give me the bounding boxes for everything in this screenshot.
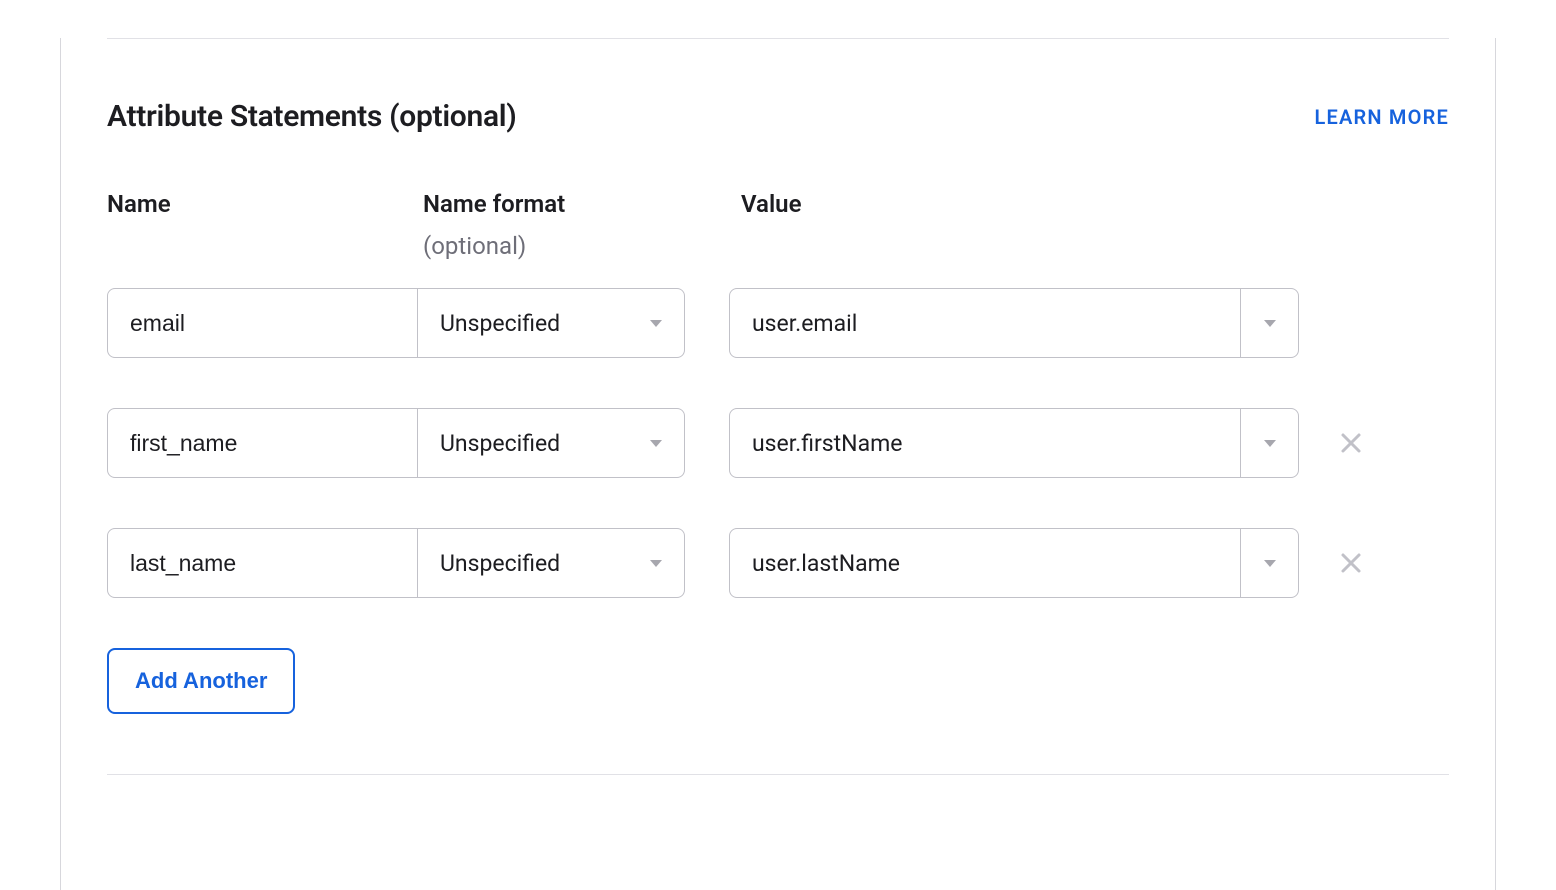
attribute-row: Unspecified user.email [107,288,1449,358]
attribute-name-input[interactable] [107,288,418,358]
attribute-value-text: user.firstName [730,409,1240,477]
value-dropdown-button[interactable] [1240,409,1298,477]
attribute-format-select[interactable]: Unspecified [418,288,685,358]
section-divider-bottom [107,774,1449,775]
column-format-sublabel: (optional) [423,232,741,260]
column-value-label: Value [741,190,1449,218]
attribute-format-select[interactable]: Unspecified [418,528,685,598]
attribute-row: Unspecified user.lastName [107,528,1449,598]
close-icon [1339,431,1363,455]
attribute-value-select[interactable]: user.lastName [729,528,1299,598]
add-another-button[interactable]: Add Another [107,648,295,714]
attribute-name-input[interactable] [107,528,418,598]
close-icon [1339,551,1363,575]
attribute-name-input[interactable] [107,408,418,478]
attribute-value-text: user.email [730,289,1240,357]
column-format-label: Name format [423,190,741,218]
columns-header: Name Name format (optional) Value [107,190,1449,260]
attribute-format-text: Unspecified [440,310,560,337]
value-dropdown-button[interactable] [1240,289,1298,357]
attribute-format-select[interactable]: Unspecified [418,408,685,478]
caret-down-icon [650,440,662,447]
caret-down-icon [1264,440,1276,447]
caret-down-icon [1264,560,1276,567]
section-title: Attribute Statements (optional) [107,99,516,134]
attribute-row: Unspecified user.firstName [107,408,1449,478]
column-name-label: Name [107,190,423,218]
attribute-value-select[interactable]: user.firstName [729,408,1299,478]
attribute-format-text: Unspecified [440,550,560,577]
attribute-value-select[interactable]: user.email [729,288,1299,358]
attribute-value-text: user.lastName [730,529,1240,597]
caret-down-icon [1264,320,1276,327]
remove-row-button[interactable] [1331,543,1371,583]
remove-row-button[interactable] [1331,423,1371,463]
value-dropdown-button[interactable] [1240,529,1298,597]
caret-down-icon [650,560,662,567]
caret-down-icon [650,320,662,327]
attribute-format-text: Unspecified [440,430,560,457]
learn-more-link[interactable]: LEARN MORE [1314,105,1449,129]
section-divider [107,38,1449,39]
